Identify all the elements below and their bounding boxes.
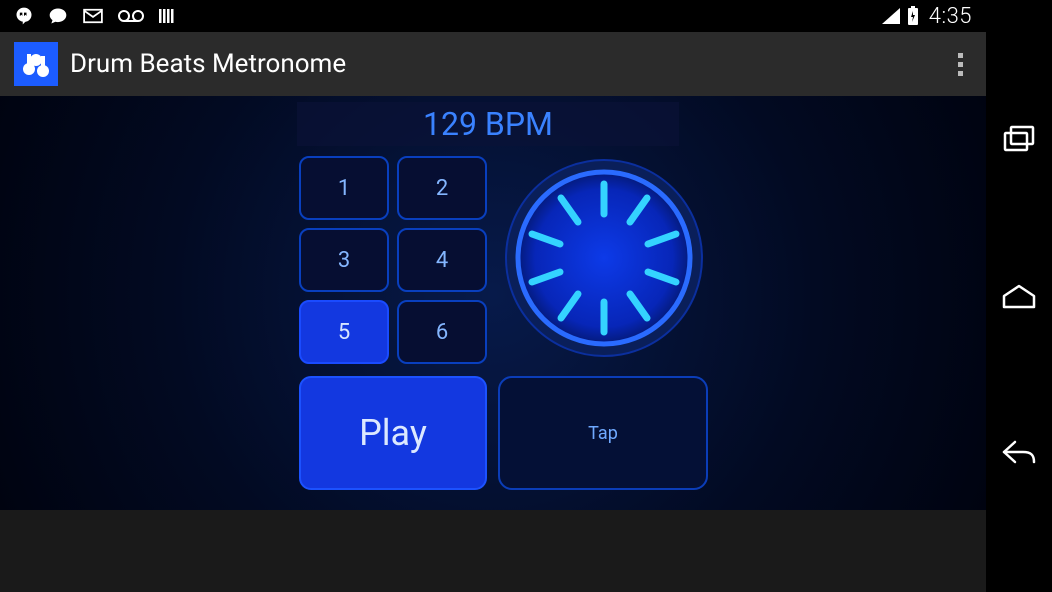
metronome-content: 129 BPM 1 2 3 4 5 6 Play bbox=[0, 96, 986, 510]
beat-key-2[interactable]: 2 bbox=[397, 156, 487, 220]
hangouts-icon bbox=[14, 6, 34, 26]
battery-charging-icon bbox=[907, 6, 919, 26]
voicemail-icon bbox=[118, 9, 144, 23]
play-button[interactable]: Play bbox=[299, 376, 487, 490]
app-icon bbox=[14, 42, 58, 86]
beat-keypad: 1 2 3 4 5 6 bbox=[299, 156, 489, 364]
overflow-menu-icon[interactable] bbox=[948, 53, 972, 76]
home-button[interactable] bbox=[999, 276, 1039, 316]
status-bar: 4:35 bbox=[0, 0, 986, 32]
back-button[interactable] bbox=[999, 433, 1039, 473]
mail-icon bbox=[82, 8, 104, 24]
tempo-dial[interactable] bbox=[502, 156, 706, 360]
tap-button[interactable]: Tap bbox=[498, 376, 708, 490]
status-time: 4:35 bbox=[929, 4, 972, 29]
system-nav-bar bbox=[986, 0, 1052, 592]
beat-key-6[interactable]: 6 bbox=[397, 300, 487, 364]
beat-key-1[interactable]: 1 bbox=[299, 156, 389, 220]
bottom-strip bbox=[0, 510, 986, 592]
app-title: Drum Beats Metronome bbox=[70, 49, 948, 79]
beat-key-4[interactable]: 4 bbox=[397, 228, 487, 292]
action-bar: Drum Beats Metronome bbox=[0, 32, 986, 96]
signal-icon bbox=[881, 7, 901, 25]
beat-key-5[interactable]: 5 bbox=[299, 300, 389, 364]
bpm-display: 129 BPM bbox=[297, 102, 679, 146]
equalizer-icon bbox=[158, 7, 176, 25]
recents-button[interactable] bbox=[999, 119, 1039, 159]
chat-icon bbox=[48, 6, 68, 26]
beat-key-3[interactable]: 3 bbox=[299, 228, 389, 292]
